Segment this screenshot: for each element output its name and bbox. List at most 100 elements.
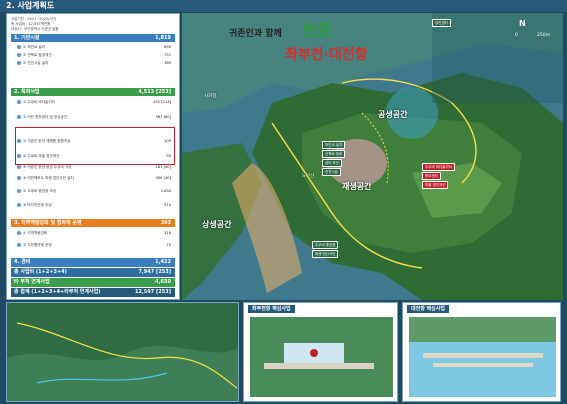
map-tag: 쉼터 조성 — [322, 159, 342, 167]
section-value: 393 — [160, 220, 171, 226]
place-label: 노인산 — [302, 174, 315, 179]
bullet-icon — [17, 203, 21, 207]
project-name: 좌부천·대천항 — [285, 44, 368, 64]
section-title: 1. 기반시설 — [14, 35, 40, 41]
slogan-text: 귀존인과 함께 — [229, 29, 282, 39]
list-item: ① 보안교 설치 690 — [17, 44, 173, 51]
zone-label-coexist: 상생공간 — [202, 220, 232, 229]
map-tag: 산책로 정비 — [322, 150, 346, 158]
item-label: ① 지역역량강화 — [23, 231, 48, 235]
jwabucheon-inset: 좌부천항 핵심사업 — [243, 302, 398, 402]
bullet-icon — [17, 115, 21, 119]
list-item: ⑤ 귀존인 한년 광장 주쿠비 식당 181 [40] — [17, 164, 173, 171]
item-value: 356 [40] — [155, 176, 171, 180]
zone-label-shared: 공생공간 — [378, 110, 408, 119]
item-label: ④ 주쿠비 마을 경관개선 — [23, 154, 60, 158]
compass-rose: N 0 250m — [515, 19, 555, 47]
map-tag: 마켓 업단사인 — [312, 250, 339, 258]
map-tag: 보안교 설치 — [322, 141, 346, 149]
item-label: ⑦ 주쿠비 중앙광 조성 — [23, 189, 57, 193]
item-value: 318 — [164, 231, 171, 235]
item-value: 1,630 — [160, 189, 171, 193]
project-summary-panel: 사업기간 : 2021~2023(3년) 총 사업비 : 12,597백만원 대… — [6, 13, 180, 300]
section-header: 1. 기반시설 1,819 — [11, 34, 175, 42]
item-label: ② 어린 한보센터 및 공유공간 — [23, 115, 68, 119]
zone-label-regen: 재생공간 — [342, 182, 372, 191]
list-item: ⑧ 마지막관광 조성 510 — [17, 202, 173, 209]
list-item: ① 주쿠비 바다놀이터 452 [113] — [17, 99, 173, 106]
list-item: ② 산책로 환경개선 751 — [17, 52, 173, 59]
item-value: 189 — [164, 61, 171, 65]
item-value: 181 [40] — [155, 165, 171, 169]
item-label: ① 보안교 설치 — [23, 45, 46, 49]
total-row: 4. 경비 1,422 — [11, 258, 175, 267]
bullet-icon — [17, 189, 21, 193]
item-value: 452 [113] — [153, 100, 171, 104]
item-label: ② 주민협의체 운영 — [23, 243, 52, 247]
bullet-icon — [17, 176, 21, 180]
map-tag: 마을 경관개선 — [422, 181, 449, 189]
page-title: 2. 사업계획도 — [6, 1, 55, 10]
name-left: 좌부천 — [285, 47, 324, 63]
brand-text: 生生 — [302, 21, 333, 39]
name-right: 대천항 — [328, 47, 368, 63]
total-label: 4. 경비 — [14, 259, 31, 265]
bullet-icon — [17, 45, 21, 49]
total-value: 4,650 — [155, 279, 171, 285]
bullet-icon — [17, 139, 21, 143]
bullet-icon — [17, 100, 21, 104]
meta-line: 대상지 : 부산광역시 기장군 일원 — [11, 27, 59, 31]
map-tag: 주쿠비 바다놀이터 — [422, 163, 455, 171]
total-row: 총 합계 (1+2+3+4+타부처 연계사업) 12,597 [253] — [11, 288, 175, 297]
item-label: ⑧ 마지막관광 조성 — [23, 203, 52, 207]
harbor-photo — [250, 317, 393, 397]
list-item: ④ 주쿠비 마을 경관개선 90 — [17, 153, 173, 160]
map-tag: 한보센터 — [422, 172, 441, 180]
overview-map — [7, 303, 238, 401]
north-icon: N — [519, 19, 526, 28]
list-item: ② 어린 한보센터 및 공유공간 587 [60] — [17, 114, 173, 121]
item-label: ③ 안전시설 설치 — [23, 61, 49, 65]
section-title: 3. 지역역량강화 및 협의체 운영 — [14, 220, 82, 226]
list-item: ③ 귀존인 한년 재해원 정원조성 100 — [17, 138, 173, 145]
item-value: 751 — [164, 53, 171, 57]
total-value: 7,947 [253] — [138, 269, 171, 275]
total-row: 타 부처 연계사업 4,650 — [11, 278, 175, 287]
daecheon-inset: 대천항 핵심사업 — [402, 302, 561, 402]
bullet-icon — [17, 53, 21, 57]
list-item: ⑦ 주쿠비 중앙광 조성 1,630 — [17, 188, 173, 195]
list-item: ③ 안전시설 설치 189 — [17, 60, 173, 67]
bullet-icon — [17, 243, 21, 247]
overview-inset — [6, 302, 239, 402]
list-item: ② 주민협의체 운영 75 — [17, 242, 173, 249]
bullet-icon — [17, 165, 21, 169]
section-value: 1,819 — [155, 35, 171, 41]
item-label: ③ 귀존인 한년 재해원 정원조성 — [23, 139, 71, 143]
section-header: 3. 지역역량강화 및 협의체 운영 393 — [11, 219, 175, 227]
item-value: 690 — [164, 45, 171, 49]
item-label: ⑤ 귀존인 한년 광장 주쿠비 식당 — [23, 165, 72, 169]
item-value: 90 — [166, 154, 171, 158]
inset-title: 좌부천항 핵심사업 — [248, 305, 295, 313]
item-label: ① 주쿠비 바다놀이터 — [23, 100, 55, 104]
list-item: ⑥ 여민해모두 마켓 업단사인 설치 356 [40] — [17, 175, 173, 182]
total-value: 1,422 — [155, 259, 171, 265]
item-label: ② 산책로 환경개선 — [23, 53, 52, 57]
map-tag: 주쿠비 중앙광 — [312, 241, 339, 249]
port-photo — [409, 317, 556, 397]
bullet-icon — [17, 154, 21, 158]
map-illustration — [182, 13, 563, 300]
scale-end: 250m — [537, 33, 550, 38]
place-label: 사화항 — [204, 94, 217, 99]
item-label: ⑥ 여민해모두 마켓 업단사인 설치 — [23, 176, 74, 180]
total-label: 타 부처 연계사업 — [14, 279, 50, 285]
total-row: 총 사업비 (1+2+3+4) 7,947 [253] — [11, 268, 175, 277]
aerial-map: 귀존인과 함께 生生 좌부천·대천항 공생공간 재생공간 상생공간 사화항 노인… — [182, 13, 563, 300]
total-value: 12,597 [253] — [134, 289, 171, 295]
header-bar: 2. 사업계획도 — [0, 0, 567, 12]
item-value: 510 — [164, 203, 171, 207]
item-value: 75 — [166, 243, 171, 247]
item-value: 587 [60] — [155, 115, 171, 119]
scale-start: 0 — [515, 33, 518, 38]
inset-title: 대천항 핵심사업 — [407, 305, 449, 313]
